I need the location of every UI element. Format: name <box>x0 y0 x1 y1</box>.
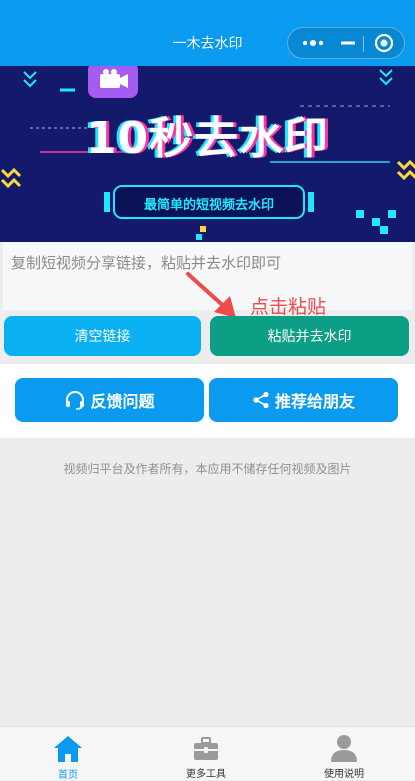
share-label: 推荐给朋友 <box>274 392 355 411</box>
tab-instructions[interactable]: 使用说明 <box>304 727 384 781</box>
more-menu-button[interactable] <box>292 28 334 58</box>
banner-tagline: 最简单的短视频去水印 <box>143 198 274 213</box>
minimize-button[interactable] <box>334 28 362 58</box>
paste-hint-annotation: 点击粘贴 <box>250 296 327 318</box>
hint-arrow-icon <box>186 272 236 318</box>
clear-link-button[interactable]: 清空链接 <box>4 316 201 356</box>
tab-more-tools[interactable]: 更多工具 <box>166 727 246 781</box>
feedback-button[interactable]: 反馈问题 <box>15 378 204 422</box>
disclaimer-text: 视频归平台及作者所有，本应用不储存任何视频及图片 <box>63 462 352 476</box>
close-mini-program-button[interactable] <box>366 28 402 58</box>
share-icon <box>253 391 269 409</box>
top-navbar: 一木去水印 <box>0 0 415 66</box>
toolbox-icon <box>194 737 218 760</box>
user-icon <box>331 735 357 762</box>
secondary-actions-panel: 反馈问题 推荐给朋友 <box>0 364 415 438</box>
feedback-label: 反馈问题 <box>90 392 155 411</box>
tab-home[interactable]: 首页 <box>28 727 108 781</box>
minimize-icon <box>341 41 355 45</box>
capsule-divider <box>363 36 364 52</box>
more-dots-icon <box>302 40 324 46</box>
bottom-tabbar: 首页 更多工具 使用说明 <box>0 726 415 781</box>
tab-instructions-label: 使用说明 <box>324 769 364 780</box>
tab-more-tools-label: 更多工具 <box>186 769 226 780</box>
tab-home-label: 首页 <box>58 770 78 781</box>
promo-banner: 10秒去水印 最简单的短视频去水印 <box>0 66 415 242</box>
home-icon <box>54 736 82 762</box>
paste-remove-watermark-button[interactable]: 粘贴并去水印 <box>210 316 409 356</box>
share-button[interactable]: 推荐给朋友 <box>209 378 398 422</box>
headset-icon <box>66 391 85 410</box>
banner-headline: 10秒去水印 <box>85 113 330 164</box>
target-close-icon <box>374 33 394 53</box>
mini-program-capsule <box>287 27 405 59</box>
